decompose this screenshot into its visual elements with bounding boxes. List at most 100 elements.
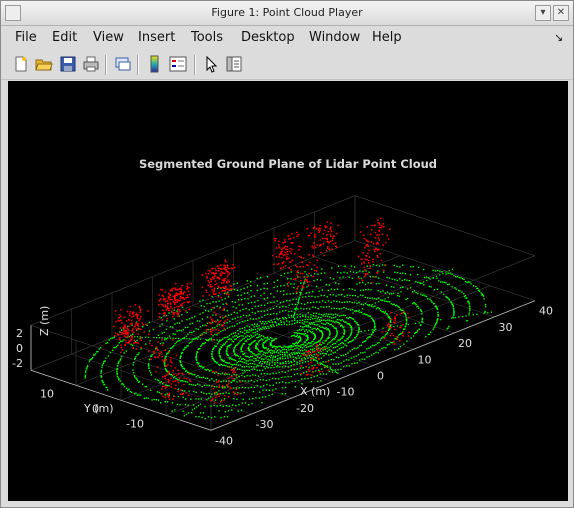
ground-point	[195, 376, 197, 378]
ground-point	[424, 295, 426, 297]
ground-point	[469, 281, 471, 283]
ground-point	[275, 382, 278, 384]
ground-point	[296, 330, 299, 332]
obstacle-point	[369, 267, 371, 270]
ground-point	[242, 372, 244, 375]
ground-point	[198, 362, 200, 364]
close-button[interactable]: ✕	[553, 5, 569, 21]
ground-point	[140, 348, 142, 350]
ground-point	[207, 397, 210, 399]
new-figure-icon[interactable]	[12, 55, 30, 73]
ground-point	[195, 406, 198, 408]
ground-point	[371, 333, 373, 335]
print-icon[interactable]	[82, 55, 100, 73]
ground-point	[318, 325, 321, 328]
ground-point	[127, 389, 129, 391]
obstacle-point	[307, 353, 310, 355]
ground-point	[351, 331, 353, 333]
ground-point	[407, 323, 409, 326]
obstacle-point	[148, 333, 150, 336]
obstacle-point	[188, 286, 190, 289]
ground-point	[321, 268, 323, 270]
menu-insert[interactable]: Insert	[138, 30, 175, 45]
ground-point	[266, 360, 269, 363]
ground-point	[181, 320, 183, 322]
minimize-button[interactable]: ▾	[535, 5, 551, 21]
ground-point	[321, 289, 323, 291]
point-cloud-axes[interactable]: -40-30-20-10010203040100-1020-2X (m)Y (m…	[8, 81, 568, 501]
obstacle-point	[364, 246, 366, 249]
ground-point	[266, 383, 268, 386]
ground-point	[238, 304, 240, 306]
obstacle-point	[229, 380, 231, 382]
ground-point	[287, 370, 289, 372]
ground-point	[288, 353, 291, 356]
colorbar-icon[interactable]	[146, 55, 164, 73]
ground-point	[258, 324, 260, 327]
obstacle-point	[295, 291, 298, 293]
obstacle-point	[158, 312, 161, 315]
ground-point	[487, 312, 489, 314]
ground-point	[366, 356, 368, 358]
open-file-icon[interactable]	[35, 55, 53, 73]
ground-point	[238, 357, 240, 360]
ground-point	[327, 300, 330, 302]
ground-point	[120, 340, 122, 343]
menu-window[interactable]: Window	[309, 30, 360, 45]
ground-point	[198, 376, 201, 378]
ground-point	[294, 347, 296, 350]
ground-point	[226, 310, 228, 312]
obstacle-point	[294, 264, 297, 267]
ground-point	[182, 410, 184, 413]
toolbar-separator	[194, 55, 196, 75]
obstacle-point	[186, 288, 188, 290]
ground-point	[171, 410, 173, 412]
z-tick-label: -2	[12, 357, 23, 370]
figure-canvas[interactable]: Segmented Ground Plane of Lidar Point Cl…	[8, 81, 568, 501]
ground-point	[325, 353, 328, 355]
menu-tools[interactable]: Tools	[191, 30, 223, 45]
obstacle-point	[160, 351, 162, 354]
ground-point	[258, 365, 260, 367]
ground-point	[404, 273, 407, 275]
ground-point	[332, 363, 334, 365]
obstacle-point	[125, 331, 127, 333]
ground-point	[187, 326, 189, 328]
dock-arrow-icon[interactable]: ↘	[554, 31, 563, 44]
ground-point	[196, 337, 198, 339]
ground-point	[357, 323, 359, 326]
ground-point	[333, 342, 335, 345]
ground-point	[300, 355, 302, 357]
pointer-icon[interactable]	[202, 55, 220, 73]
ground-point	[263, 362, 266, 364]
save-icon[interactable]	[59, 55, 77, 73]
property-inspector-icon[interactable]	[225, 55, 243, 73]
menu-file[interactable]: File	[15, 30, 37, 45]
ground-point	[276, 350, 279, 352]
menu-edit[interactable]: Edit	[52, 30, 77, 45]
menu-desktop[interactable]: Desktop	[241, 30, 295, 45]
ground-point	[368, 271, 370, 273]
ground-point	[274, 362, 276, 364]
ground-point	[314, 306, 317, 309]
ground-point	[147, 336, 150, 338]
menu-view[interactable]: View	[93, 30, 124, 45]
obstacle-point	[381, 331, 383, 333]
ground-point	[483, 298, 485, 300]
ground-point	[223, 360, 226, 362]
link-plot-icon[interactable]	[114, 55, 132, 73]
ground-point	[119, 331, 121, 333]
obstacle-point	[223, 272, 225, 275]
ground-point	[247, 360, 249, 362]
ground-point	[340, 368, 342, 371]
obstacle-point	[327, 360, 330, 363]
ground-point	[433, 327, 435, 329]
ground-point	[245, 360, 248, 362]
ground-point	[344, 265, 346, 267]
legend-icon[interactable]	[169, 55, 187, 73]
ground-point	[285, 309, 287, 312]
ground-point	[378, 265, 381, 267]
ground-point	[256, 364, 258, 366]
menu-help[interactable]: Help	[372, 30, 402, 45]
ground-point	[249, 375, 251, 377]
